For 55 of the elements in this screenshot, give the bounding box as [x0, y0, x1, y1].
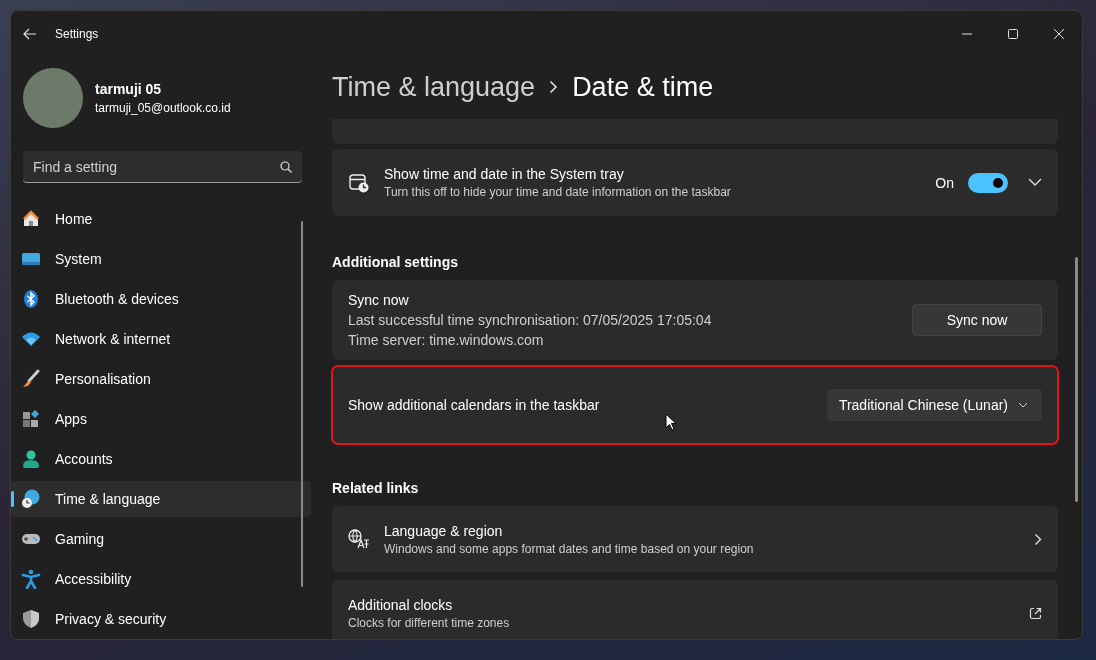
- home-icon: [21, 209, 41, 229]
- link-title: Additional clocks: [348, 596, 454, 613]
- brush-icon: [21, 369, 41, 389]
- setting-info: Time server: time.windows.com: [348, 332, 545, 348]
- sidebar-item[interactable]: Home: [11, 201, 311, 237]
- sidebar-item[interactable]: Bluetooth & devices: [11, 281, 311, 317]
- sidebar-item[interactable]: Time & language: [11, 481, 311, 517]
- setting-info: Last successful time synchronisation: 07/05/2025 17:05:04: [348, 312, 713, 328]
- back-icon[interactable]: [23, 28, 37, 40]
- globe-clock-icon: [21, 489, 41, 509]
- calendar-dropdown[interactable]: Traditional Chinese (Lunar): [826, 389, 1042, 421]
- section-heading: Additional settings: [332, 254, 459, 270]
- person-icon: [21, 449, 41, 469]
- sidebar-item[interactable]: System: [11, 241, 311, 277]
- account-email: tarmuji_05@outlook.co.id: [95, 101, 231, 115]
- chevron-right-icon: [549, 80, 559, 94]
- link-card[interactable]: Additional clocks Clocks for different time zones: [332, 580, 1058, 639]
- setting-description: Turn this off to hide your time and date information on the taskbar: [384, 185, 732, 199]
- apps-icon: [21, 409, 41, 429]
- link-description: Windows and some apps format dates and time based on your region: [384, 541, 755, 556]
- sidebar-item[interactable]: Network & internet: [11, 321, 311, 357]
- chevron-down-icon[interactable]: [1028, 178, 1042, 187]
- section-heading: Related links: [332, 480, 420, 496]
- search-icon: [280, 160, 292, 173]
- toggle-state-label: On: [935, 174, 954, 191]
- sidebar-item[interactable]: Apps: [11, 401, 311, 437]
- shield-icon: [21, 609, 41, 629]
- external-link-icon: [1029, 606, 1042, 620]
- window-title: Settings: [55, 27, 99, 41]
- breadcrumb-link[interactable]: Time & language: [332, 71, 536, 103]
- sidebar-item[interactable]: Accounts: [11, 441, 311, 477]
- sidebar-item[interactable]: Personalisation: [11, 361, 311, 397]
- mouse-cursor-icon: [665, 413, 677, 431]
- chevron-down-icon: [1018, 402, 1028, 408]
- setting-title: Show additional calendars in the taskbar: [348, 397, 601, 413]
- link-card[interactable]: Language & region Windows and some apps format dates and time based on your region: [332, 506, 1058, 572]
- sidebar-item[interactable]: Accessibility: [11, 561, 311, 597]
- sync-button[interactable]: Sync now: [912, 304, 1042, 336]
- account-name: tarmuji 05: [95, 81, 163, 97]
- setting-title: Show time and date in the System tray: [384, 166, 625, 182]
- sidebar-item[interactable]: Privacy & security: [11, 601, 311, 637]
- avatar-photo: [23, 68, 83, 128]
- link-title: Language & region: [384, 522, 504, 539]
- scroll-bar[interactable]: [1075, 257, 1078, 502]
- chevron-right-icon: [1034, 532, 1042, 546]
- calendar-clock-icon: [348, 171, 370, 194]
- language-icon: [348, 529, 370, 549]
- scroll-bar[interactable]: [301, 221, 303, 587]
- accessibility-icon: [21, 569, 41, 589]
- setting-title: Sync now: [348, 292, 410, 308]
- link-description: Clocks for different time zones: [348, 615, 511, 630]
- page-title: Date & time: [572, 71, 714, 103]
- bluetooth-icon: [21, 289, 41, 309]
- sidebar-item[interactable]: Gaming: [11, 521, 311, 557]
- toggle-switch[interactable]: [968, 172, 1008, 193]
